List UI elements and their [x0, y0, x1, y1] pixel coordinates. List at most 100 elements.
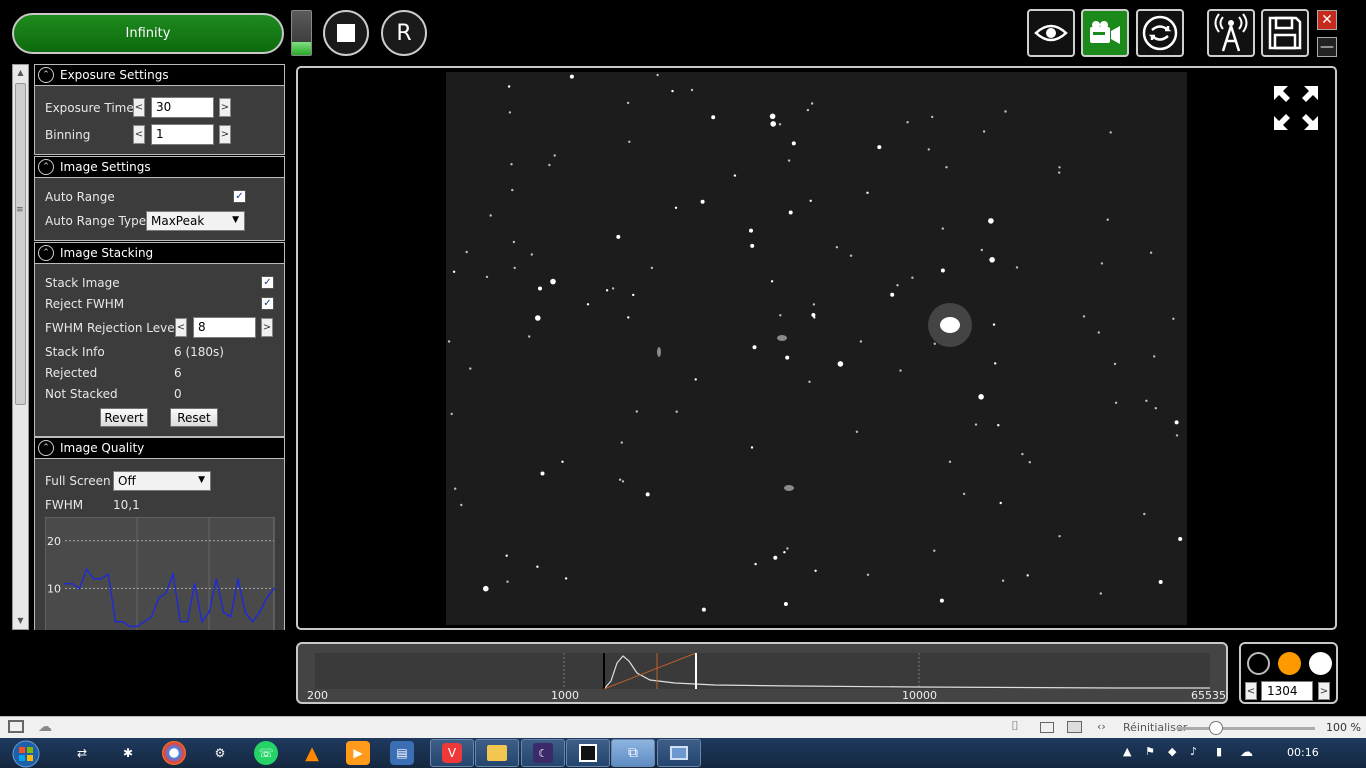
- image-viewer[interactable]: [296, 66, 1337, 630]
- image-settings-header[interactable]: ⌃ Image Settings: [35, 157, 284, 178]
- histogram-plot[interactable]: [315, 653, 1210, 689]
- chevron-up-icon: ⌃: [38, 159, 54, 175]
- camera-snapshot-icon[interactable]: ⌷: [1011, 719, 1019, 734]
- taskbar-window[interactable]: [657, 739, 701, 767]
- star: [1106, 218, 1109, 221]
- black-point-input[interactable]: 1304: [1261, 681, 1313, 701]
- taskbar-app-icon-4[interactable]: ⚙: [208, 741, 232, 765]
- document-app-icon[interactable]: ▤: [390, 741, 414, 765]
- fwhm-data-point: [71, 582, 74, 585]
- star: [837, 361, 844, 367]
- image-icon[interactable]: [1067, 721, 1082, 733]
- zoom-slider-track[interactable]: [1177, 727, 1315, 730]
- star: [1028, 461, 1031, 464]
- network-icon[interactable]: ▮: [1216, 745, 1222, 758]
- loop-button[interactable]: [1136, 9, 1184, 57]
- stack-image-checkbox[interactable]: ✓: [261, 276, 274, 289]
- save-button[interactable]: [1261, 9, 1309, 57]
- value-increase-button[interactable]: >: [1318, 682, 1330, 700]
- binning-increase-button[interactable]: >: [219, 125, 231, 144]
- chevron-down-icon: ▼: [232, 215, 239, 225]
- onedrive-icon[interactable]: ☁: [1240, 745, 1253, 760]
- star: [982, 130, 986, 133]
- flag-icon[interactable]: ⚑: [1145, 745, 1155, 758]
- binning-input[interactable]: 1: [151, 124, 214, 145]
- vlc-icon[interactable]: ▲: [300, 741, 324, 765]
- black-channel-dot[interactable]: [1247, 652, 1270, 675]
- histogram-panel[interactable]: 200 1000 10000 65535: [296, 642, 1228, 704]
- taskbar-vivaldi[interactable]: V: [430, 739, 474, 767]
- exposure-time-input[interactable]: 30: [151, 97, 214, 118]
- minimize-window-button[interactable]: —: [1317, 37, 1337, 57]
- scroll-up-icon[interactable]: ▲: [13, 65, 28, 81]
- exposure-time-decrease-button[interactable]: <: [133, 98, 145, 117]
- white-channel-dot[interactable]: [1309, 652, 1332, 675]
- scroll-down-icon[interactable]: ▼: [13, 613, 28, 629]
- fwhm-data-point: [150, 616, 153, 618]
- image-stacking-header[interactable]: ⌃ Image Stacking: [35, 243, 284, 264]
- full-screen-select[interactable]: Off ▼: [113, 471, 211, 491]
- exposure-settings-header[interactable]: ⌃ Exposure Settings: [35, 65, 284, 86]
- dropbox-icon[interactable]: ◆: [1168, 745, 1176, 758]
- not-stacked-value: 0: [174, 387, 182, 401]
- windows-start-icon[interactable]: [4, 739, 44, 768]
- star: [810, 102, 814, 105]
- fwhm-data-point: [222, 611, 225, 613]
- star: [770, 121, 776, 127]
- scroll-thumb[interactable]: [15, 83, 26, 405]
- zoom-slider-knob[interactable]: [1209, 721, 1223, 735]
- panel-toggle-icon[interactable]: [8, 720, 24, 733]
- taskbar-app-icon-2[interactable]: ✱: [116, 741, 140, 765]
- reject-fwhm-checkbox[interactable]: ✓: [261, 297, 274, 310]
- speaker-icon[interactable]: ♪: [1190, 745, 1197, 758]
- star: [1097, 331, 1100, 334]
- close-window-button[interactable]: ✕: [1317, 10, 1337, 30]
- fwhm-data-point: [93, 578, 95, 580]
- taskbar-active-app[interactable]: ⧉: [611, 739, 655, 767]
- fwhm-level-decrease-button[interactable]: <: [175, 318, 187, 337]
- tray-expand-icon[interactable]: ▲: [1123, 745, 1131, 758]
- media-player-icon[interactable]: ▶: [346, 741, 370, 765]
- star: [754, 562, 757, 566]
- color-channel-panel: < 1304 >: [1239, 642, 1338, 704]
- binning-decrease-button[interactable]: <: [133, 125, 145, 144]
- cloud-icon[interactable]: ☁: [38, 719, 52, 735]
- left-panel-scrollbar[interactable]: ▲ ≡ ▼: [12, 64, 29, 630]
- star: [788, 210, 793, 215]
- folder-icon: [487, 745, 507, 761]
- expand-fullscreen-icon[interactable]: [1272, 84, 1320, 132]
- taskbar-app-icon-1[interactable]: ⇄: [70, 741, 94, 765]
- connect-infinity-button[interactable]: Infinity: [12, 13, 284, 54]
- taskbar-sharpcap[interactable]: [566, 739, 610, 767]
- star: [980, 248, 983, 252]
- exposure-settings-panel: ⌃ Exposure Settings Exposure Time < 30 > …: [34, 64, 285, 155]
- star: [994, 362, 997, 365]
- window-icon[interactable]: [1040, 722, 1054, 733]
- reset-r-button[interactable]: R: [381, 10, 427, 56]
- star: [1174, 420, 1179, 425]
- star: [540, 471, 545, 476]
- value-decrease-button[interactable]: <: [1245, 682, 1257, 700]
- image-quality-header[interactable]: ⌃ Image Quality: [35, 438, 284, 459]
- star: [450, 412, 453, 416]
- exposure-time-increase-button[interactable]: >: [219, 98, 231, 117]
- star: [1114, 401, 1118, 404]
- chrome-icon[interactable]: [162, 741, 186, 765]
- fwhm-level-increase-button[interactable]: >: [261, 318, 273, 337]
- whatsapp-icon[interactable]: ☏: [254, 741, 278, 765]
- taskbar-stellarium[interactable]: ☾: [521, 739, 565, 767]
- broadcast-button[interactable]: [1207, 9, 1255, 57]
- fwhm-level-input[interactable]: 8: [193, 317, 256, 338]
- star: [627, 316, 630, 319]
- revert-button[interactable]: Revert: [100, 408, 148, 427]
- orange-channel-dot[interactable]: [1278, 652, 1301, 675]
- chevron-up-icon: ⌃: [38, 245, 54, 261]
- reset-stack-button[interactable]: Reset: [170, 408, 218, 427]
- stop-button[interactable]: [323, 10, 369, 56]
- code-icon[interactable]: ‹›: [1097, 720, 1106, 733]
- auto-range-type-select[interactable]: MaxPeak ▼: [146, 211, 245, 231]
- taskbar-file-explorer[interactable]: [475, 739, 519, 767]
- auto-range-checkbox[interactable]: ✓: [233, 190, 246, 203]
- preview-eye-button[interactable]: [1027, 9, 1075, 57]
- camera-button[interactable]: [1081, 9, 1129, 57]
